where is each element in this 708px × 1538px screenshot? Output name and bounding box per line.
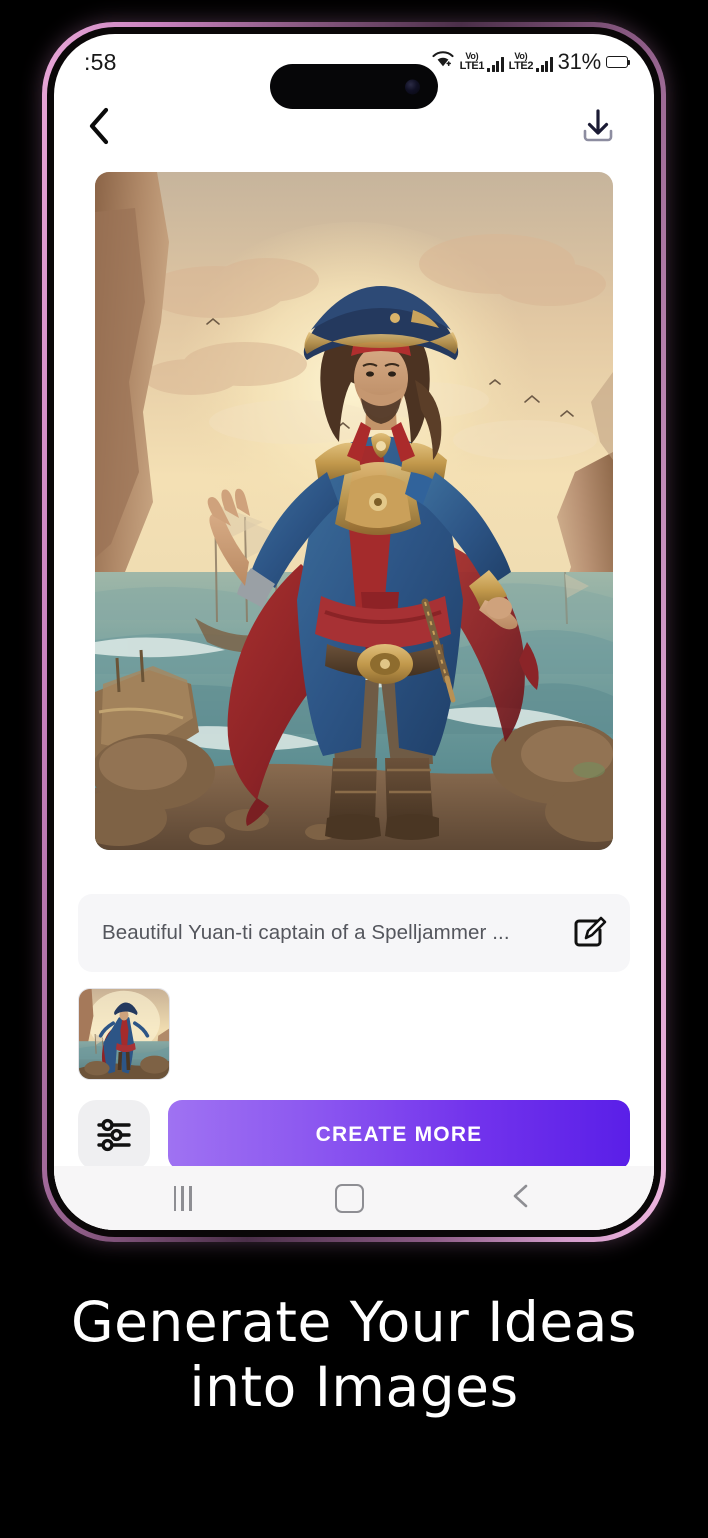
sim1-indicator: Vo) LTE1 xyxy=(460,52,504,72)
wifi-icon xyxy=(431,50,455,74)
dynamic-island xyxy=(270,64,438,109)
status-indicators: Vo) LTE1 Vo) LTE2 31% xyxy=(431,49,631,75)
settings-button[interactable] xyxy=(78,1100,150,1170)
battery-icon xyxy=(606,56,631,68)
phone-bezel: :58 Vo) LTE1 Vo) LTE2 31% Beautiful Yuan… xyxy=(47,27,661,1237)
thumbnail-item[interactable] xyxy=(78,988,170,1080)
sliders-settings-icon xyxy=(97,1118,131,1152)
nav-back-button[interactable] xyxy=(508,1182,534,1215)
sim2-indicator: Vo) LTE2 xyxy=(509,52,553,72)
download-button[interactable] xyxy=(576,104,620,148)
sim2-network-label: LTE2 xyxy=(508,60,534,72)
edit-prompt-button[interactable] xyxy=(574,916,608,950)
action-bar: CREATE MORE xyxy=(78,1100,630,1170)
sim1-signal-bars-icon xyxy=(487,57,504,72)
create-more-button[interactable]: CREATE MORE xyxy=(168,1100,630,1170)
prompt-text: Beautiful Yuan-ti captain of a Spelljamm… xyxy=(102,921,510,944)
caption-line-2: into Images xyxy=(189,1354,519,1419)
phone-frame: :58 Vo) LTE1 Vo) LTE2 31% Beautiful Yuan… xyxy=(42,22,666,1242)
android-nav-bar xyxy=(54,1166,654,1230)
sim1-network-label: LTE1 xyxy=(459,60,485,72)
caption-line-1: Generate Your Ideas xyxy=(70,1290,638,1354)
prompt-field[interactable]: Beautiful Yuan-ti captain of a Spelljamm… xyxy=(78,894,630,972)
sim2-signal-bars-icon xyxy=(536,57,553,72)
phone-screen: :58 Vo) LTE1 Vo) LTE2 31% Beautiful Yuan… xyxy=(54,34,654,1230)
home-button[interactable] xyxy=(335,1183,365,1213)
front-camera-icon xyxy=(405,79,420,94)
main-content: Beautiful Yuan-ti captain of a Spelljamm… xyxy=(54,162,654,1230)
thumbnail-strip xyxy=(78,988,630,1080)
recents-button[interactable] xyxy=(173,1185,192,1211)
battery-percent-label: 31% xyxy=(557,49,602,74)
back-button[interactable] xyxy=(86,106,112,146)
generated-image[interactable] xyxy=(95,172,613,850)
status-clock: :58 xyxy=(84,48,117,75)
promo-caption: Generate Your Ideas into Images xyxy=(0,1290,708,1420)
